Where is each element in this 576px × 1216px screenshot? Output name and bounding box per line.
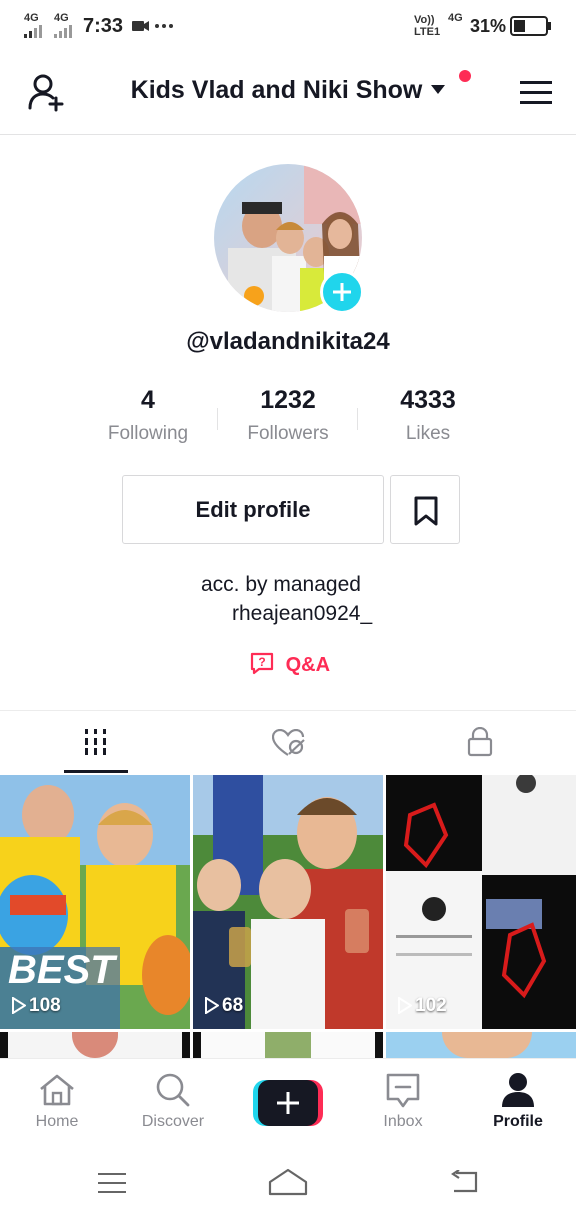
signal-bars-icon bbox=[54, 25, 72, 38]
likes-count: 4333 bbox=[400, 386, 456, 414]
qa-link[interactable]: ? Q&A bbox=[250, 652, 330, 677]
notification-icons bbox=[132, 21, 173, 31]
profile-icon bbox=[502, 1073, 534, 1107]
add-avatar-button[interactable] bbox=[320, 270, 364, 314]
nav-discover[interactable]: Discover bbox=[123, 1059, 223, 1147]
search-icon bbox=[156, 1073, 190, 1107]
signal-bars-icon bbox=[24, 25, 42, 38]
status-bar: 4G 4G 7:33 Vo)) LTE1 4G 31% bbox=[0, 0, 576, 52]
video-tile[interactable]: 102 bbox=[386, 775, 576, 1029]
battery-icon bbox=[510, 16, 551, 36]
bio-line-1: acc. by managed bbox=[201, 573, 361, 596]
view-count-value: 108 bbox=[29, 995, 61, 1016]
video-thumbnail-face bbox=[442, 1032, 532, 1058]
qa-label: Q&A bbox=[285, 654, 331, 676]
likes-label: Likes bbox=[405, 423, 451, 444]
view-count: 108 bbox=[12, 995, 61, 1017]
tab-videos-icon[interactable] bbox=[84, 729, 108, 755]
followers-stat[interactable]: 1232 Followers bbox=[208, 386, 368, 445]
followers-count: 1232 bbox=[260, 386, 316, 414]
following-label: Following bbox=[107, 423, 189, 444]
video-thumbnail bbox=[193, 775, 383, 1029]
nav-profile[interactable]: Profile bbox=[468, 1059, 568, 1147]
account-name: Kids Vlad and Niki Show bbox=[130, 76, 423, 104]
network-type-3: 4G bbox=[448, 12, 463, 24]
plus-icon bbox=[333, 283, 351, 301]
network-type-1: 4G bbox=[24, 12, 39, 24]
network-type-2: 4G bbox=[54, 12, 69, 24]
likes-stat[interactable]: 4333 Likes bbox=[348, 386, 508, 445]
play-icon bbox=[205, 996, 220, 1015]
notification-dot bbox=[459, 70, 471, 82]
video-tile[interactable]: 68 bbox=[193, 775, 383, 1029]
lte-label: LTE1 bbox=[414, 26, 441, 38]
clock: 7:33 bbox=[83, 15, 124, 37]
svg-text:BEST: BEST bbox=[8, 948, 118, 992]
back-icon[interactable] bbox=[448, 1170, 480, 1194]
play-icon bbox=[12, 996, 27, 1015]
view-count: 102 bbox=[398, 995, 447, 1017]
nav-inbox-label: Inbox bbox=[383, 1113, 423, 1130]
view-count-value: 102 bbox=[415, 995, 447, 1016]
video-tile[interactable] bbox=[386, 1032, 576, 1058]
favorites-button[interactable] bbox=[390, 475, 460, 544]
top-bar: Kids Vlad and Niki Show bbox=[0, 52, 576, 135]
bottom-nav: Home Discover Inbox Profile bbox=[0, 1058, 576, 1147]
view-count: 68 bbox=[205, 995, 243, 1017]
video-thumbnail bbox=[386, 775, 576, 1029]
nav-home-label: Home bbox=[35, 1113, 79, 1130]
video-tile[interactable] bbox=[0, 1032, 190, 1058]
view-count-value: 68 bbox=[222, 995, 244, 1016]
bookmark-icon bbox=[414, 496, 438, 526]
video-thumbnail-face bbox=[265, 1032, 311, 1058]
volte-label: Vo)) bbox=[414, 14, 435, 26]
caret-down-icon bbox=[431, 85, 446, 94]
nav-inbox[interactable]: Inbox bbox=[353, 1059, 453, 1147]
svg-text:?: ? bbox=[258, 655, 265, 669]
video-tile[interactable]: BEST 108 bbox=[0, 775, 190, 1029]
system-nav-bar bbox=[0, 1146, 576, 1216]
following-count: 4 bbox=[141, 386, 155, 414]
home-icon bbox=[40, 1074, 74, 1106]
username: @vladandnikita24 bbox=[186, 328, 390, 355]
tab-indicator bbox=[64, 770, 128, 773]
home-system-icon[interactable] bbox=[268, 1168, 308, 1196]
menu-icon[interactable] bbox=[520, 79, 554, 107]
nav-discover-label: Discover bbox=[141, 1113, 205, 1130]
tab-private-lock-icon[interactable] bbox=[467, 727, 493, 757]
account-switcher[interactable]: Kids Vlad and Niki Show bbox=[0, 76, 576, 105]
video-tile[interactable] bbox=[193, 1032, 383, 1058]
inbox-icon bbox=[386, 1073, 420, 1108]
create-button[interactable] bbox=[253, 1080, 323, 1126]
nav-home[interactable]: Home bbox=[7, 1059, 107, 1147]
recent-apps-icon[interactable] bbox=[98, 1172, 128, 1194]
plus-icon bbox=[277, 1092, 299, 1114]
following-stat[interactable]: 4 Following bbox=[68, 386, 228, 445]
edit-profile-button[interactable]: Edit profile bbox=[122, 475, 384, 544]
question-bubble-icon: ? bbox=[250, 652, 274, 675]
battery-percent: 31% bbox=[470, 16, 507, 36]
video-thumbnail: BEST bbox=[0, 775, 190, 1029]
play-icon bbox=[398, 996, 413, 1015]
tab-liked-hidden-icon[interactable] bbox=[272, 729, 306, 757]
bio-line-2: rheajean0924_ bbox=[232, 602, 373, 625]
edit-profile-label: Edit profile bbox=[195, 497, 311, 522]
followers-label: Followers bbox=[247, 423, 329, 444]
nav-profile-label: Profile bbox=[493, 1113, 543, 1130]
profile-tabs bbox=[0, 710, 576, 775]
